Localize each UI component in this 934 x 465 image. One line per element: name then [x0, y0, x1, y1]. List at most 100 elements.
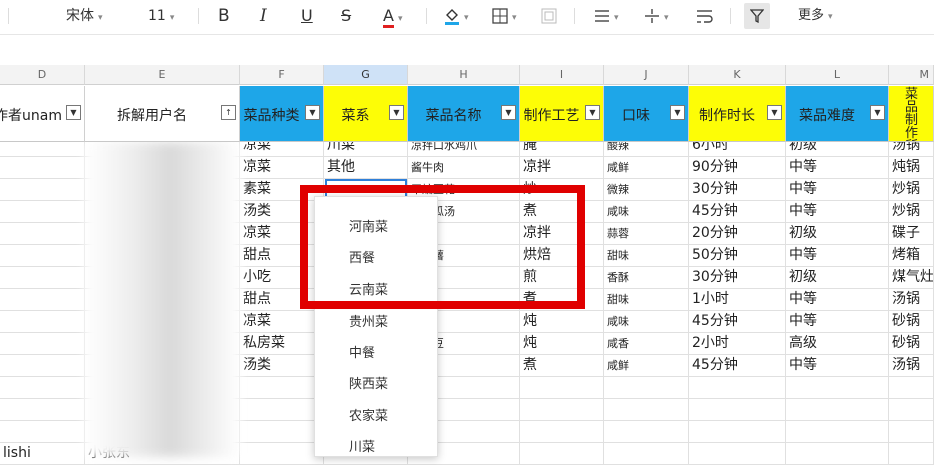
- table-cell[interactable]: 蒜蓉: [604, 223, 689, 245]
- table-cell[interactable]: lishi: [0, 443, 85, 465]
- table-cell[interactable]: [240, 421, 324, 443]
- table-cell[interactable]: 汤锅: [889, 355, 934, 377]
- table-cell[interactable]: 炒锅: [889, 179, 934, 201]
- table-cell[interactable]: 甜味: [604, 289, 689, 311]
- table-cell[interactable]: 汤锅: [889, 289, 934, 311]
- table-cell[interactable]: 中等: [786, 201, 889, 223]
- table-cell[interactable]: 煤气灶: [889, 267, 934, 289]
- font-size-select[interactable]: 11 ▾: [148, 5, 174, 27]
- table-cell[interactable]: [786, 377, 889, 399]
- column-header-l[interactable]: L: [786, 65, 889, 85]
- merge-cells-button[interactable]: [541, 5, 557, 27]
- column-header-m[interactable]: M: [889, 65, 934, 85]
- table-cell[interactable]: 炒锅: [889, 201, 934, 223]
- header-cell-username[interactable]: 拆解用户名 ↑: [85, 86, 240, 142]
- table-cell[interactable]: 30分钟: [689, 179, 786, 201]
- table-cell[interactable]: 初级: [786, 267, 889, 289]
- table-cell[interactable]: [689, 421, 786, 443]
- strikethrough-button[interactable]: S: [341, 5, 351, 27]
- table-cell[interactable]: 45分钟: [689, 201, 786, 223]
- table-cell[interactable]: 砂锅: [889, 311, 934, 333]
- table-cell[interactable]: [689, 399, 786, 421]
- column-header-g[interactable]: G: [324, 65, 408, 85]
- column-header-j[interactable]: J: [604, 65, 689, 85]
- table-cell[interactable]: 中等: [786, 245, 889, 267]
- filter-button[interactable]: [744, 3, 770, 29]
- table-cell[interactable]: 高级: [786, 333, 889, 355]
- italic-button[interactable]: I: [260, 5, 267, 27]
- table-cell[interactable]: 1小时: [689, 289, 786, 311]
- header-cell-difficulty[interactable]: 菜品难度 ▼: [786, 86, 889, 142]
- table-cell[interactable]: 碟子: [889, 223, 934, 245]
- table-cell[interactable]: [0, 355, 85, 377]
- table-cell[interactable]: [604, 399, 689, 421]
- table-cell[interactable]: [889, 399, 934, 421]
- table-cell[interactable]: 中等: [786, 289, 889, 311]
- table-cell[interactable]: [0, 377, 85, 399]
- table-cell[interactable]: 20分钟: [689, 223, 786, 245]
- dropdown-option[interactable]: 中餐: [349, 344, 375, 364]
- table-cell[interactable]: 2小时: [689, 333, 786, 355]
- table-cell[interactable]: [689, 443, 786, 465]
- table-cell[interactable]: 中等: [786, 157, 889, 179]
- table-cell[interactable]: 中等: [786, 179, 889, 201]
- table-cell[interactable]: 烤箱: [889, 245, 934, 267]
- table-cell[interactable]: [689, 377, 786, 399]
- table-cell[interactable]: [0, 399, 85, 421]
- table-cell[interactable]: 凉拌: [520, 157, 604, 179]
- table-cell[interactable]: 炖锅: [889, 157, 934, 179]
- column-header-i[interactable]: I: [520, 65, 604, 85]
- font-name-select[interactable]: 宋体 ▾: [66, 5, 103, 27]
- filter-dropdown-icon[interactable]: ▼: [305, 105, 320, 120]
- header-cell-cookware[interactable]: 菜品制作所需用到的厨具: [889, 86, 934, 142]
- table-cell[interactable]: [520, 377, 604, 399]
- table-cell[interactable]: [0, 245, 85, 267]
- table-cell[interactable]: 香酥: [604, 267, 689, 289]
- table-cell[interactable]: [786, 399, 889, 421]
- table-cell[interactable]: 凉菜: [240, 157, 324, 179]
- table-cell[interactable]: [604, 421, 689, 443]
- table-cell[interactable]: 煮: [520, 355, 604, 377]
- column-header-e[interactable]: E: [85, 65, 240, 85]
- column-header-k[interactable]: K: [689, 65, 786, 85]
- table-cell[interactable]: [0, 179, 85, 201]
- table-cell[interactable]: [240, 399, 324, 421]
- table-cell[interactable]: [889, 421, 934, 443]
- table-cell[interactable]: 45分钟: [689, 311, 786, 333]
- table-cell[interactable]: 炖: [520, 311, 604, 333]
- dropdown-option[interactable]: 川菜: [349, 438, 375, 458]
- column-header-h[interactable]: H: [408, 65, 520, 85]
- filter-dropdown-icon[interactable]: ▼: [870, 105, 885, 120]
- table-cell[interactable]: 中等: [786, 355, 889, 377]
- table-cell[interactable]: [240, 377, 324, 399]
- filter-dropdown-icon[interactable]: ▼: [585, 105, 600, 120]
- header-cell-technique[interactable]: 制作工艺 ▼: [520, 86, 604, 142]
- table-cell[interactable]: 30分钟: [689, 267, 786, 289]
- table-cell[interactable]: [604, 377, 689, 399]
- table-cell[interactable]: [604, 443, 689, 465]
- table-cell[interactable]: [520, 399, 604, 421]
- table-cell[interactable]: 汤类: [240, 355, 324, 377]
- table-cell[interactable]: 咸鲜: [604, 355, 689, 377]
- header-cell-duration[interactable]: 制作时长 ▼: [689, 86, 786, 142]
- sort-filter-icon[interactable]: ↑: [221, 105, 236, 120]
- table-cell[interactable]: 砂锅: [889, 333, 934, 355]
- header-cell-cuisine[interactable]: 菜系 ▼: [324, 86, 408, 142]
- table-cell[interactable]: 咸味: [604, 311, 689, 333]
- table-cell[interactable]: 初级: [786, 223, 889, 245]
- table-cell[interactable]: 炖: [520, 333, 604, 355]
- header-cell-flavor[interactable]: 口味 ▼: [604, 86, 689, 142]
- table-cell[interactable]: 90分钟: [689, 157, 786, 179]
- header-cell-author[interactable]: 作者uname ▼: [0, 86, 85, 142]
- table-cell[interactable]: 50分钟: [689, 245, 786, 267]
- table-cell[interactable]: [0, 223, 85, 245]
- table-cell[interactable]: [0, 267, 85, 289]
- filter-dropdown-icon[interactable]: ▼: [66, 105, 81, 120]
- table-cell[interactable]: 其他: [324, 157, 408, 179]
- table-cell[interactable]: 凉菜: [240, 311, 324, 333]
- column-header-f[interactable]: F: [240, 65, 324, 85]
- wrap-text-button[interactable]: [696, 5, 714, 27]
- dropdown-option[interactable]: 贵州菜: [349, 313, 388, 333]
- more-button[interactable]: 更多 ▾: [798, 5, 833, 27]
- horizontal-align-button[interactable]: ▾: [594, 5, 619, 27]
